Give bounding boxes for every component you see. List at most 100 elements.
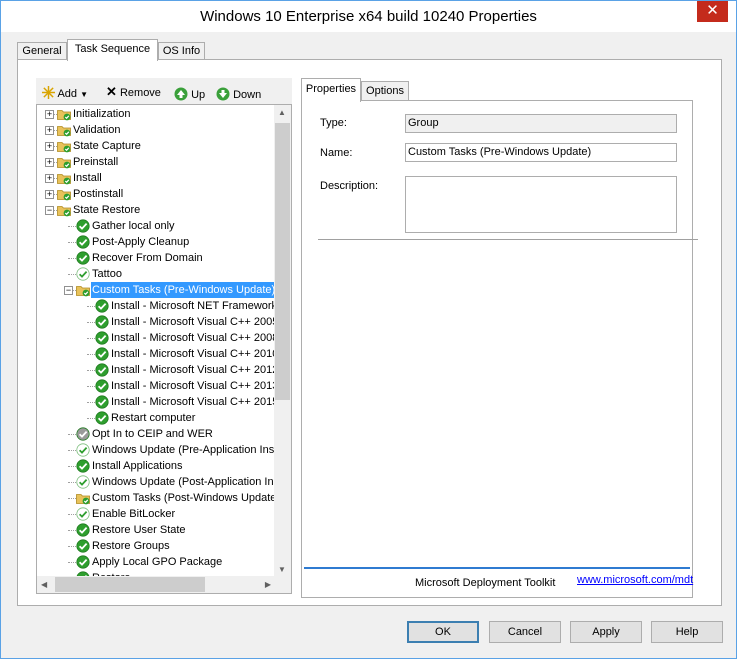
tree-item[interactable]: Install - Microsoft NET Framework (37, 298, 278, 314)
tab-properties[interactable]: Properties (301, 78, 361, 102)
folder-check-icon (76, 283, 90, 297)
description-label: Description: (320, 180, 379, 192)
expand-icon[interactable]: + (45, 142, 54, 151)
tree-item[interactable]: Restore User State (37, 522, 275, 538)
help-button[interactable]: Help (651, 621, 723, 643)
green-check-icon (76, 459, 90, 473)
tree-item[interactable]: Install - Microsoft Visual C++ 2012 (37, 362, 278, 378)
light-check-icon (76, 443, 90, 457)
tree-item[interactable]: Windows Update (Post-Application Install… (37, 474, 291, 490)
folder-check-icon (57, 123, 71, 137)
tab-general[interactable]: General (17, 42, 67, 60)
type-field: Group (405, 114, 677, 133)
name-label: Name: (320, 147, 353, 159)
green-check-icon (76, 251, 90, 265)
cancel-button[interactable]: Cancel (489, 621, 561, 643)
up-button[interactable]: Up (174, 84, 205, 101)
tree-item[interactable]: Restore Groups (37, 538, 275, 554)
tree-item-label: Restore User State (92, 524, 186, 536)
properties-dialog: Windows 10 Enterprise x64 build 10240 Pr… (0, 0, 737, 659)
sparkle-icon (42, 86, 55, 99)
tree-item-label: Recover From Domain (92, 252, 203, 264)
expand-icon[interactable]: + (45, 190, 54, 199)
expand-icon[interactable]: + (45, 174, 54, 183)
green-check-icon (76, 555, 90, 569)
green-check-icon (76, 219, 90, 233)
scroll-up-icon[interactable]: ▲ (278, 108, 286, 117)
close-button[interactable]: ✕ (697, 1, 728, 22)
remove-button[interactable]: ✕ Remove (106, 84, 161, 100)
tree-item[interactable]: Recover From Domain (37, 250, 275, 266)
tree-item[interactable]: Gather local only (37, 218, 275, 234)
tree-item-label: Post-Apply Cleanup (92, 236, 190, 248)
folder-check-icon (57, 107, 71, 121)
tree-item[interactable]: + Preinstall (37, 154, 275, 170)
tree-item-label: Install - Microsoft NET Framework (111, 300, 278, 312)
expand-icon[interactable]: + (45, 158, 54, 167)
description-field[interactable] (405, 176, 677, 233)
green-check-icon (95, 395, 109, 409)
tree-item[interactable]: Windows Update (Pre-Application Installa… (37, 442, 291, 458)
expand-icon[interactable]: + (45, 110, 54, 119)
tree-item[interactable]: Install - Microsoft Visual C++ 2010 (37, 346, 278, 362)
horizontal-scrollbar[interactable]: ◀ ▶ (37, 576, 275, 593)
down-button[interactable]: Down (216, 84, 262, 101)
down-label: Down (233, 89, 262, 101)
separator (318, 239, 698, 240)
tree-item[interactable]: − State Restore (37, 202, 275, 218)
green-check-icon (95, 315, 109, 329)
arrow-down-icon (216, 87, 230, 101)
tree-item[interactable]: Apply Local GPO Package (37, 554, 275, 570)
tab-os-info[interactable]: OS Info (158, 42, 205, 60)
tree-item[interactable]: + Initialization (37, 106, 275, 122)
tree-item-label: State Capture (73, 140, 141, 152)
type-label: Type: (320, 117, 347, 129)
tree-item-label: Apply Local GPO Package (92, 556, 223, 568)
remove-label: Remove (119, 87, 161, 99)
collapse-icon[interactable]: − (45, 206, 54, 215)
add-button[interactable]: Add ▼ (42, 84, 88, 100)
tree-item[interactable]: Install - Microsoft Visual C++ 2013 (37, 378, 278, 394)
tree-item-label: Restart computer (111, 412, 196, 424)
tab-task-sequence[interactable]: Task Sequence (67, 39, 158, 61)
green-check-icon (95, 299, 109, 313)
expand-icon[interactable]: + (45, 126, 54, 135)
tree-item[interactable]: Restart computer (37, 410, 275, 426)
tab-options[interactable]: Options (361, 81, 409, 101)
scroll-right-icon[interactable]: ▶ (265, 580, 271, 589)
scroll-left-icon[interactable]: ◀ (41, 580, 47, 589)
name-field[interactable]: Custom Tasks (Pre-Windows Update) (405, 143, 677, 162)
x-icon: ✕ (106, 84, 117, 99)
tree-item[interactable]: Opt In to CEIP and WER (37, 426, 275, 442)
tree-item[interactable]: Post-Apply Cleanup (37, 234, 275, 250)
light-check-icon (76, 267, 90, 281)
apply-button[interactable]: Apply (570, 621, 642, 643)
tree-item[interactable]: Install - Microsoft Visual C++ 2005 (37, 314, 278, 330)
scroll-corner (274, 576, 291, 593)
properties-area: Properties Options Type: Group Name: Cus… (301, 78, 707, 598)
tree-item[interactable]: + State Capture (37, 138, 275, 154)
tree-item[interactable]: Install - Microsoft Visual C++ 2015 (37, 394, 278, 410)
gray-check-icon (76, 427, 90, 441)
vertical-scrollbar[interactable]: ▲ ▼ (274, 105, 291, 577)
tree-item[interactable]: Install - Microsoft Visual C++ 2008 (37, 330, 278, 346)
tree-item[interactable]: − Custom Tasks (Pre-Windows Update) (37, 282, 277, 298)
horizontal-scroll-thumb[interactable] (55, 577, 205, 592)
vertical-scroll-thumb[interactable] (275, 123, 290, 400)
add-label: Add (57, 88, 78, 100)
tree-item[interactable]: + Validation (37, 122, 275, 138)
collapse-icon[interactable]: − (64, 286, 73, 295)
tree-item[interactable]: Custom Tasks (Post-Windows Update) (37, 490, 280, 506)
tree-item[interactable]: + Postinstall (37, 186, 275, 202)
scroll-down-icon[interactable]: ▼ (278, 565, 286, 574)
tree-item[interactable]: Install Applications (37, 458, 275, 474)
tree-item[interactable]: Enable BitLocker (37, 506, 275, 522)
tree-item[interactable]: + Install (37, 170, 275, 186)
ok-button[interactable]: OK (407, 621, 479, 643)
tree-item-label: Install - Microsoft Visual C++ 2008 (111, 332, 279, 344)
mdt-link[interactable]: www.microsoft.com/mdt (577, 574, 693, 586)
task-sequence-tree[interactable]: Restore ...Apply Local GPO PackageRestor… (36, 104, 292, 594)
tree-item[interactable]: Tattoo (37, 266, 275, 282)
tree-item-label: Install - Microsoft Visual C++ 2012 (111, 364, 279, 376)
folder-check-icon (57, 187, 71, 201)
